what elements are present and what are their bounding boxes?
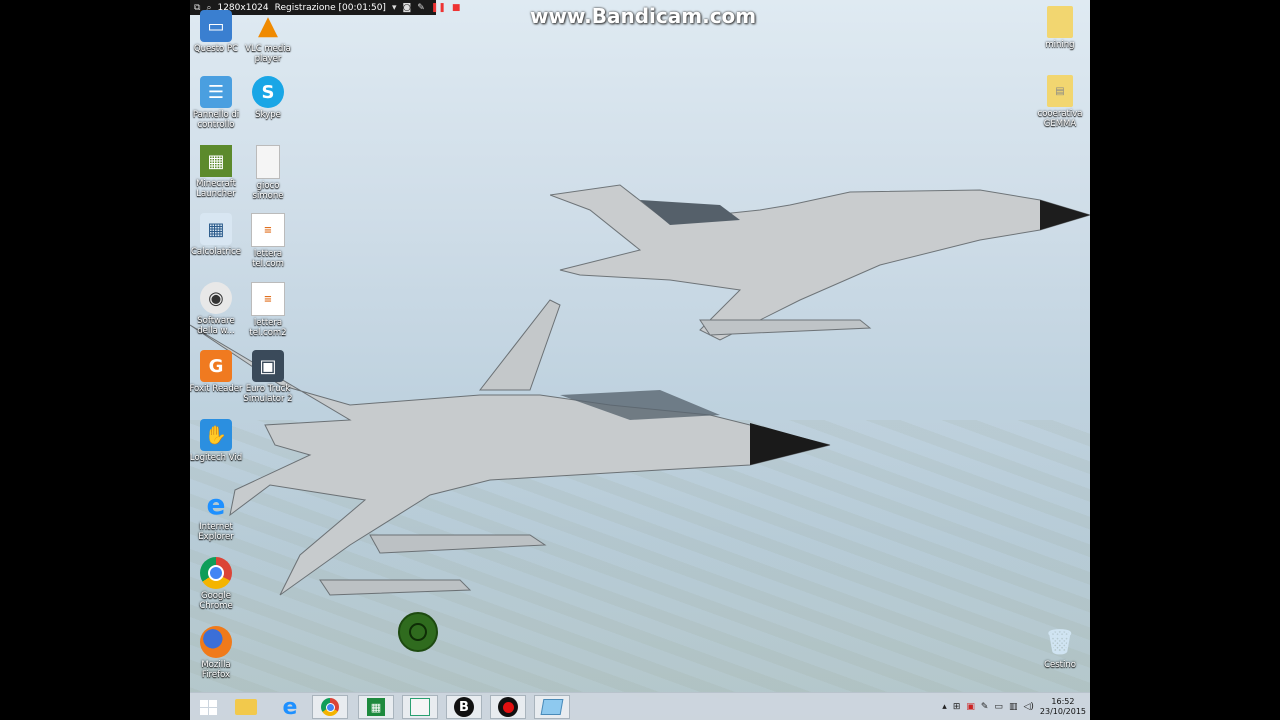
chrome-icon [321,698,339,716]
desktop-icon-google-chrome[interactable]: Google Chrome [190,557,244,611]
taskbar-file-explorer[interactable] [228,695,264,719]
skype-icon: S [252,76,284,108]
desktop-icon-pannello[interactable]: ☰ Pannello di controllo [190,76,244,130]
jet-lower-image [190,299,831,596]
system-tray: ▴ ⊞ ▣ ✎ ▭ ▥ ◁) 16:52 23/10/2015 [942,695,1086,719]
start-button[interactable] [190,695,226,719]
desktop-icon-internet-explorer[interactable]: e Internet Explorer [190,487,244,543]
vlc-icon: ▲ [258,11,278,41]
excel-icon: ▦ [367,698,385,716]
clock-date: 23/10/2015 [1039,707,1086,716]
calculator-icon: ▦ [200,213,232,245]
camera-icon[interactable]: ◙ [402,3,411,13]
network-icon[interactable]: ▥ [1009,702,1018,712]
desktop-icon-minecraft[interactable]: ▦ Minecraft Launcher [190,145,244,199]
firefox-icon [200,626,232,658]
file-explorer-icon [235,699,257,715]
desktop-icon-gioco-simone[interactable]: gioco simone [240,145,296,201]
pencil-icon[interactable]: ✎ [417,3,425,13]
taskbar-record[interactable] [490,695,526,719]
document-icon: ≡ [251,282,285,316]
truck-icon: ▣ [252,350,284,382]
windows-flag-icon[interactable]: ⊞ [953,702,961,712]
desktop-icon-lettera-telcom2[interactable]: ≡ lettera tel.com2 [240,282,296,338]
cursor-highlight [398,612,438,652]
taskbar-bandicam[interactable]: B [446,695,482,719]
taskbar: e ▦ B ▴ ⊞ ▣ ✎ ▭ ▥ ◁) 16:52 23/10/2015 [190,692,1090,720]
desktop-icon-software-webcam[interactable]: ◉ Software della w... [190,282,244,336]
start-icon [199,699,217,715]
desktop-icon-cestino[interactable]: 🗑 Cestino [1032,626,1088,670]
desktop-icon-skype[interactable]: S Skype [240,76,296,120]
desktop-icon-euro-truck[interactable]: ▣ Euro Truck Simulator 2 [240,350,296,404]
desktop-icon-logitech[interactable]: ✋ Logitech Vid [190,419,244,463]
minecraft-icon: ▦ [200,145,232,177]
pdf-icon: G [200,350,232,382]
stop-icon[interactable]: ■ [452,3,461,13]
webcam-icon: ◉ [200,282,232,314]
logitech-icon: ✋ [200,419,232,451]
clock-time: 16:52 [1051,697,1075,706]
ie-icon: e [206,487,226,521]
document-icon: ≡ [251,213,285,247]
bandicam-watermark: www.Bandicam.com [530,4,757,28]
folder-icon: ▤ [1047,75,1073,107]
chat-icon[interactable]: ▭ [994,702,1003,712]
taskbar-chrome[interactable] [312,695,348,719]
taskbar-window[interactable] [534,695,570,719]
notepad-icon [410,698,430,716]
desktop-icon-calcolatrice[interactable]: ▦ Calcolatrice [190,213,244,257]
taskbar-excel[interactable]: ▦ [358,695,394,719]
desktop-icon-foxit[interactable]: G Foxit Reader [190,350,244,394]
desktop-icon-questo-pc[interactable]: ▭ Questo PC [190,10,244,54]
window-icon [540,699,564,715]
folder-icon [1047,6,1073,38]
dropdown-icon[interactable]: ▾ [392,3,397,13]
control-panel-icon: ☰ [200,76,232,108]
bandicam-b-icon: B [454,697,474,717]
recycle-bin-icon: 🗑 [1044,628,1076,656]
record-icon [498,697,518,717]
volume-icon[interactable]: ◁) [1023,702,1033,712]
pause-icon[interactable]: ❚❚ [431,3,446,13]
desktop-icon-vlc[interactable]: ▲ VLC media player [240,10,296,64]
desktop: ⧉ ⌕ 1280x1024 Registrazione [00:01:50] ▾… [190,0,1090,720]
desktop-icon-lettera-telcom[interactable]: ≡ lettera tel.com [240,213,296,269]
file-icon [256,145,280,179]
pen-tray-icon[interactable]: ✎ [981,702,989,712]
desktop-icon-mining[interactable]: mining [1032,6,1088,50]
taskbar-notepad[interactable] [402,695,438,719]
pdf-tray-icon[interactable]: ▣ [966,702,975,712]
taskbar-internet-explorer[interactable]: e [272,694,308,720]
desktop-icon-firefox[interactable]: Mozilla Firefox [190,626,244,680]
desktop-icon-cooerativa-gemma[interactable]: ▤ cooerativa GEMMA [1032,75,1088,129]
chevron-up-icon[interactable]: ▴ [942,702,947,712]
ie-icon: e [282,694,298,720]
chrome-icon [200,557,232,589]
computer-icon: ▭ [200,10,232,42]
clock[interactable]: 16:52 23/10/2015 [1040,697,1086,717]
